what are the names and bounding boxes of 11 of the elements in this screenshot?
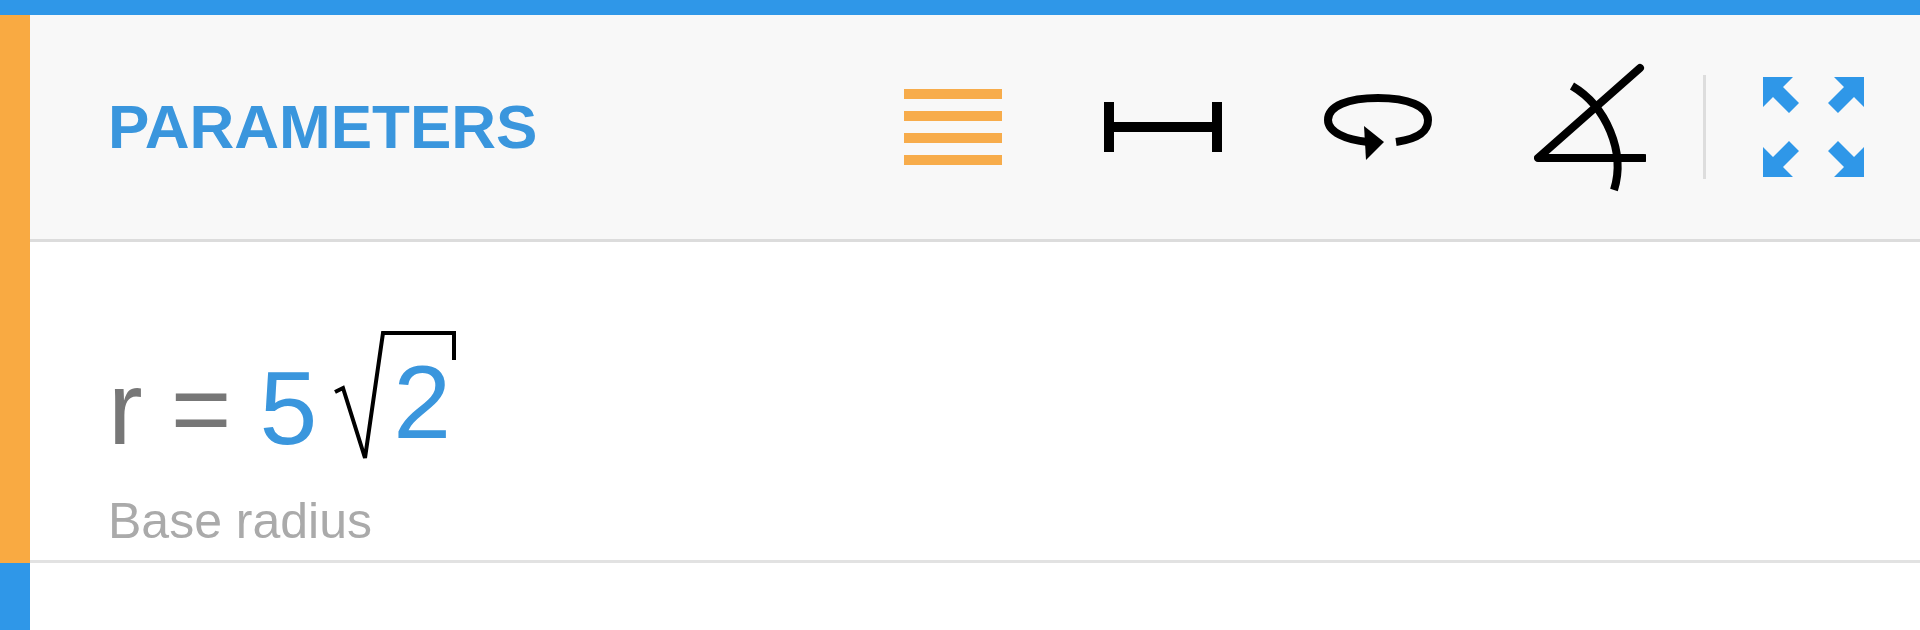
variable-name: r bbox=[108, 356, 143, 460]
parameter-description: Base radius bbox=[108, 496, 374, 546]
rotation-icon[interactable] bbox=[1324, 92, 1432, 162]
radical-sign-icon bbox=[333, 330, 459, 462]
panel-title: PARAMETERS bbox=[108, 96, 538, 158]
coefficient-value: 5 bbox=[259, 356, 318, 460]
angle-icon[interactable] bbox=[1534, 62, 1646, 192]
equals-sign: = bbox=[170, 356, 232, 460]
radicand-value: 2 bbox=[393, 350, 452, 454]
fullscreen-icon[interactable] bbox=[1763, 77, 1864, 177]
measure-length-icon[interactable] bbox=[1104, 102, 1222, 152]
